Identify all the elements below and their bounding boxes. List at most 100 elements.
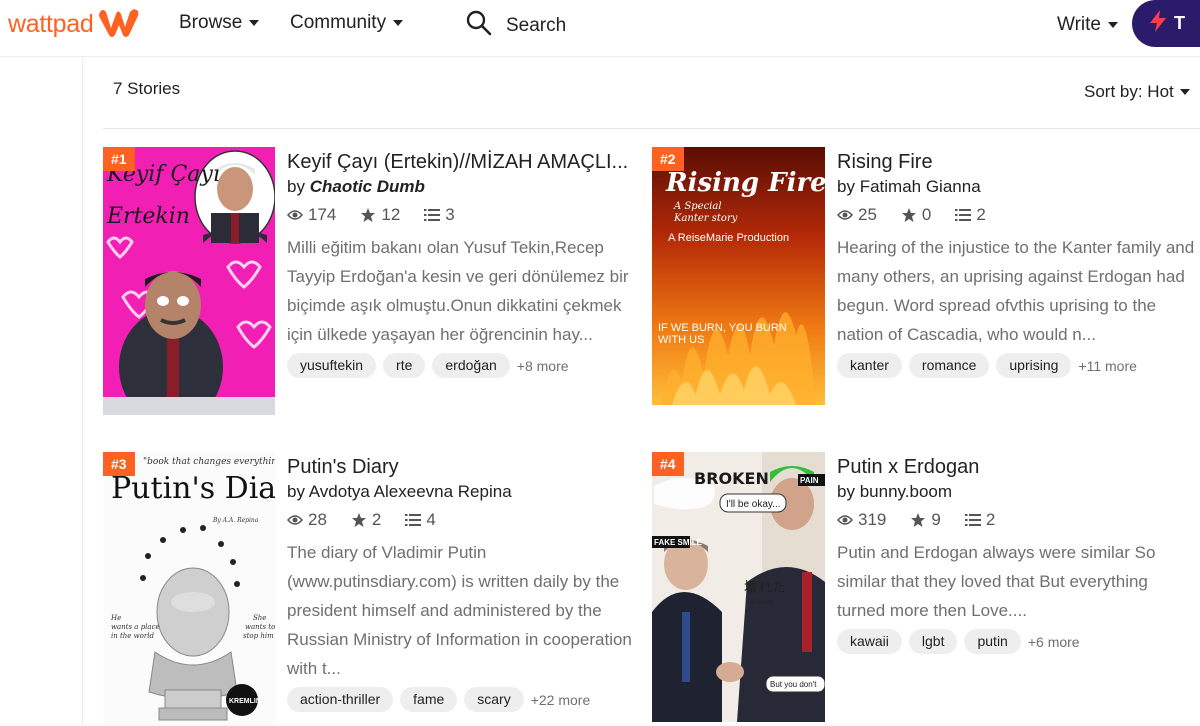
story-title[interactable]: Putin x Erdogan [837,454,1177,480]
lightning-icon [1148,9,1168,38]
community-menu[interactable]: Community [290,12,404,34]
cover-image: Keyif Çayı Ertekin [103,147,275,415]
list-icon [405,514,422,526]
cover-bottom-bubble: But you don't [770,680,817,689]
eye-icon [287,210,303,220]
tag[interactable]: fame [400,687,458,712]
sort-dropdown[interactable]: Sort by: Hot [1084,82,1190,102]
tag[interactable]: kanter [837,353,902,378]
reads-count: 319 [858,510,887,529]
story-description: The diary of Vladimir Putin (www.putinsd… [287,543,632,678]
list-icon [424,209,441,221]
results-divider [103,128,1200,129]
search-icon [466,10,492,41]
cover-quote: "book that changes everything" [143,457,275,467]
votes-count: 9 [931,510,941,529]
tag[interactable]: action-thriller [287,687,394,712]
cover-jp-text: 壊れた [744,580,786,596]
story-cover[interactable]: Keyif Çayı Ertekin #1 [103,147,275,415]
story-tags: yusuftekin rte erdoğan +8 more [287,353,637,378]
list-icon [964,514,981,526]
cover-tagline-1: IF WE BURN, YOU BURN [658,322,787,334]
tag[interactable]: yusuftekin [287,353,377,378]
rank-badge: #1 [103,147,135,171]
author-name[interactable]: Chaotic Dumb [310,177,425,196]
reads-count: 25 [858,205,877,224]
story-title[interactable]: Rising Fire [837,149,1199,175]
chevron-down-icon [1107,22,1118,28]
story-author: by Fatimah Gianna [837,176,1199,198]
cover-tagline-2: WITH US [658,334,704,346]
results-count: 7 Stories [113,79,181,98]
parts-count: 2 [976,205,986,224]
story-description: Milli eğitim bakanı olan Yusuf Tekin,Rec… [287,238,629,344]
story-title[interactable]: Keyif Çayı (Ertekin)//MİZAH AMAÇLI... [287,149,637,175]
cover-left-3: in the world [111,632,154,640]
author-prefix: by [837,177,855,196]
sort-label: Sort by: Hot [1084,82,1174,101]
story-title[interactable]: Putin's Diary [287,454,647,480]
star-icon [361,208,376,222]
story-info: Keyif Çayı (Ertekin)//MİZAH AMAÇLI... by… [287,149,637,378]
tag[interactable]: romance [908,353,990,378]
cover-pain-label: PAIN [800,476,819,485]
story-cover[interactable]: Rising Fire A Special Kanter story A Rei… [652,147,825,405]
wattpad-w-icon [97,4,141,45]
parts-stat: 3 [424,205,455,225]
tag[interactable]: kawaii [837,629,902,654]
browse-label: Browse [179,12,243,33]
cover-right-3: stop him [243,632,274,640]
tag[interactable]: rte [383,353,426,378]
author-name[interactable]: Avdotya Alexeevna Repina [309,482,512,501]
story-description: Putin and Erdogan always were similar So… [837,543,1156,620]
author-name[interactable]: bunny.boom [860,482,952,501]
search-placeholder: Search [506,14,567,36]
eye-icon [287,515,303,525]
cover-broken-label: BROKEN [694,469,769,488]
votes-stat: 12 [360,205,400,225]
tag[interactable]: lgbt [908,629,958,654]
votes-count: 0 [921,205,932,224]
sidebar-divider [82,58,83,726]
story-stats: 319 9 2 [837,510,1177,530]
story-tags: action-thriller fame scary +22 more [287,687,647,712]
more-tags-link[interactable]: +8 more [517,358,569,374]
votes-stat: 0 [901,205,931,225]
story-description: Hearing of the injustice to the Kanter f… [837,238,1195,344]
author-prefix: by [287,177,305,196]
more-tags-link[interactable]: +22 more [531,692,591,708]
reads-stat: 28 [287,510,327,530]
browse-menu[interactable]: Browse [179,12,260,34]
star-icon [911,513,926,527]
more-tags-link[interactable]: +11 more [1078,358,1137,374]
write-menu[interactable]: Write [1057,14,1118,36]
try-premium-button[interactable]: T [1132,0,1200,47]
search-input[interactable]: Search [466,10,566,41]
author-prefix: by [287,482,305,501]
rank-badge: #2 [652,147,684,171]
more-tags-link[interactable]: +6 more [1028,634,1080,650]
story-author: by Avdotya Alexeevna Repina [287,481,647,503]
tag[interactable]: uprising [996,353,1072,378]
cover-image: BROKEN I'll be okay... FAKE SMILE PAIN 壊… [652,452,825,722]
cover-byline: By A.A. Repina [212,517,259,524]
votes-stat: 9 [910,510,941,530]
wattpad-logo[interactable]: wattpad [8,4,141,45]
story-info: Putin's Diary by Avdotya Alexeevna Repin… [287,454,647,712]
tag[interactable]: putin [964,629,1021,654]
parts-stat: 4 [405,510,436,530]
cover-fake-smile: FAKE SMILE [654,538,703,547]
community-label: Community [290,12,387,33]
cover-title-line2: Ertekin [106,204,190,229]
cover-title: Rising Fire [665,168,825,198]
cover-jp-sub: (broken) [750,600,772,606]
tag[interactable]: erdoğan [432,353,510,378]
author-name[interactable]: Fatimah Gianna [860,177,981,196]
reads-stat: 319 [837,510,886,530]
parts-count: 2 [985,510,996,529]
chevron-down-icon [249,20,260,26]
story-cover[interactable]: BROKEN I'll be okay... FAKE SMILE PAIN 壊… [652,452,825,722]
tag[interactable]: scary [464,687,524,712]
cover-okay-bubble: I'll be okay... [726,499,781,510]
story-cover[interactable]: "book that changes everything" Putin's D… [103,452,275,726]
